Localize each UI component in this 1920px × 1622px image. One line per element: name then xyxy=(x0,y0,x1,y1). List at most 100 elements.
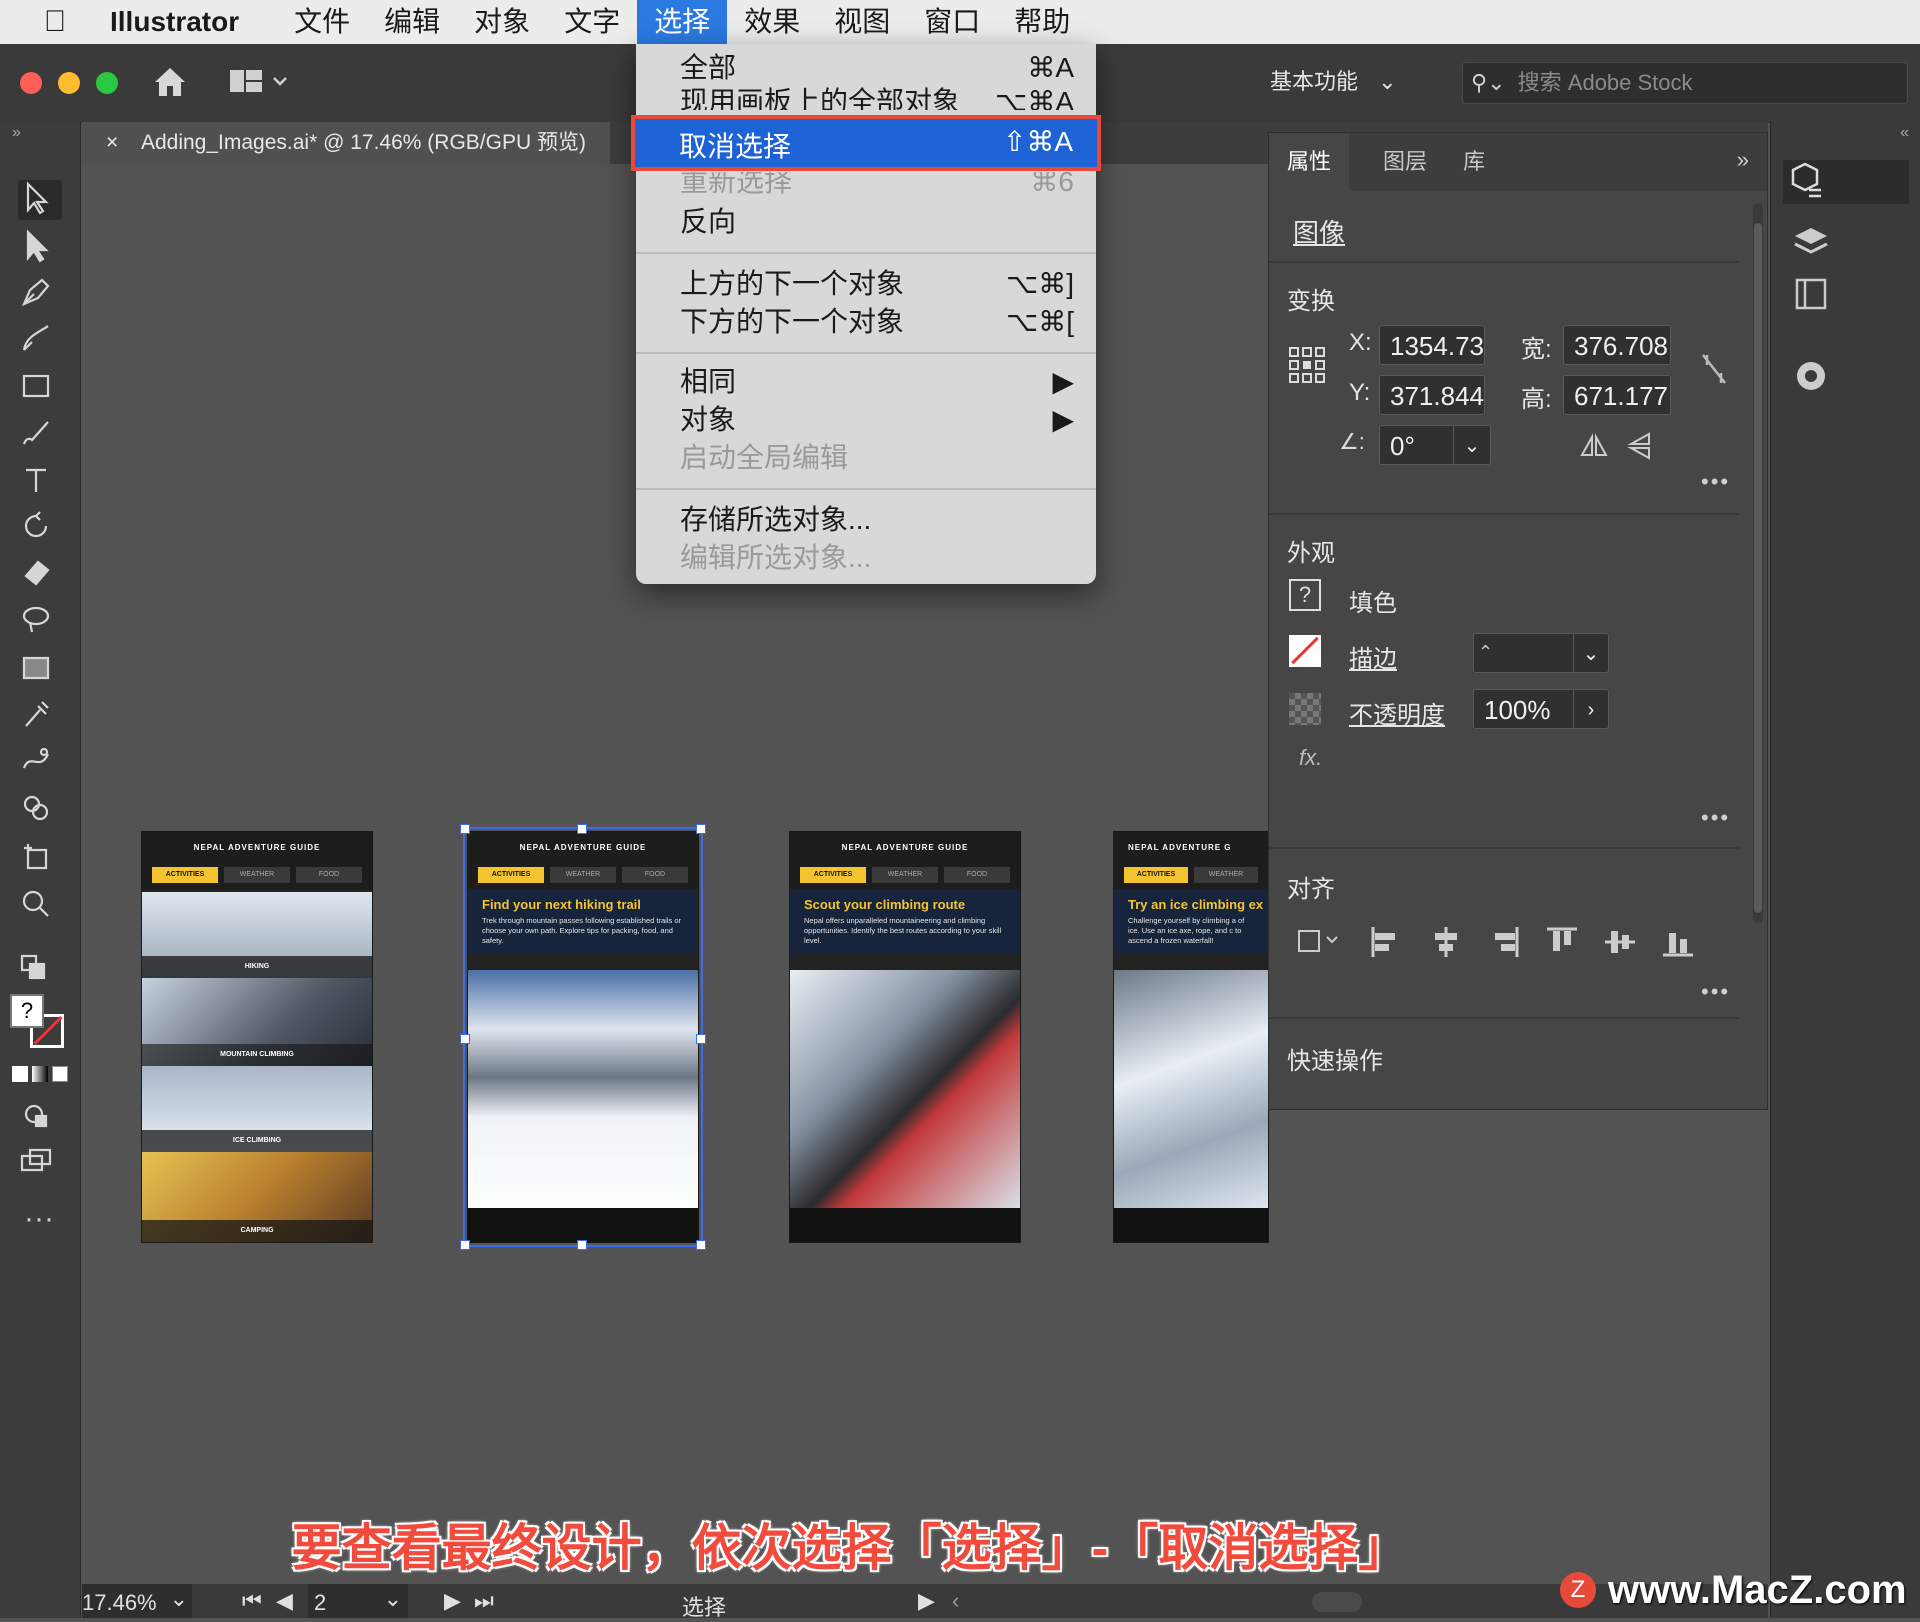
close-window-button[interactable] xyxy=(20,72,42,94)
resize-handle[interactable] xyxy=(460,1240,470,1250)
align-to-icon[interactable] xyxy=(1293,923,1343,964)
libraries-panel-icon[interactable] xyxy=(1791,274,1831,319)
resize-handle[interactable] xyxy=(696,1240,706,1250)
tab-layers[interactable]: 图层 xyxy=(1365,133,1445,191)
minimize-window-button[interactable] xyxy=(58,72,80,94)
align-right-icon[interactable] xyxy=(1487,925,1521,964)
opacity-field[interactable]: 100% › xyxy=(1473,689,1609,729)
menu-item-object[interactable]: 对象 ▶ xyxy=(636,402,1096,438)
gradient-tool[interactable] xyxy=(18,650,62,690)
artboard-4[interactable]: NEPAL ADVENTURE G ACTIVITIES WEATHER Try… xyxy=(1114,832,1268,1242)
selection-bounding-box[interactable] xyxy=(460,824,706,1250)
color-mode-buttons[interactable] xyxy=(12,1064,68,1084)
lasso-tool[interactable] xyxy=(18,602,62,642)
flip-vertical-icon[interactable] xyxy=(1627,431,1653,466)
eraser-tool[interactable] xyxy=(18,554,62,594)
flip-horizontal-icon[interactable] xyxy=(1579,433,1609,464)
align-horizontal-center-icon[interactable] xyxy=(1429,925,1463,964)
rectangle-tool[interactable] xyxy=(18,368,62,408)
y-field[interactable]: 371.844 xyxy=(1379,375,1485,415)
stock-search-field[interactable]: ⚲⌄ 搜索 Adobe Stock xyxy=(1462,62,1908,104)
zoom-field[interactable]: 17.46% ⌄ xyxy=(82,1584,192,1618)
resize-handle[interactable] xyxy=(460,824,470,834)
type-tool[interactable] xyxy=(18,462,62,502)
paintbrush-tool[interactable] xyxy=(18,414,62,454)
arrange-documents-icon[interactable] xyxy=(228,66,290,103)
fill-label[interactable]: 填色 xyxy=(1349,583,1397,618)
align-top-icon[interactable] xyxy=(1545,925,1579,964)
gradient-mode-icon[interactable] xyxy=(32,1066,48,1082)
horizontal-scroll-thumb[interactable] xyxy=(1312,1592,1362,1612)
resize-handle[interactable] xyxy=(577,1240,587,1250)
fx-button[interactable]: fx. xyxy=(1299,745,1322,771)
draw-mode-icon[interactable] xyxy=(18,1098,62,1138)
apple-icon[interactable]:  xyxy=(0,5,110,39)
menu-edit[interactable]: 编辑 xyxy=(367,0,457,44)
stroke-weight-field[interactable]: ⌃⌄ ⌄ xyxy=(1473,633,1609,702)
shape-builder-tool[interactable] xyxy=(18,790,62,830)
menu-select[interactable]: 选择 xyxy=(637,0,728,44)
resize-handle[interactable] xyxy=(577,824,587,834)
properties-panel-icon[interactable] xyxy=(1783,160,1909,204)
resize-handle[interactable] xyxy=(460,1034,470,1044)
expand-panels-icon[interactable]: « xyxy=(1900,124,1909,142)
first-artboard-icon[interactable]: ⏮ xyxy=(242,1588,262,1614)
height-field[interactable]: 671.177 xyxy=(1563,375,1671,415)
menu-file[interactable]: 文件 xyxy=(277,0,367,44)
menu-item-inverse[interactable]: 反向 xyxy=(636,204,1096,240)
direct-selection-tool[interactable] xyxy=(18,228,62,268)
menu-item-save-selection[interactable]: 存储所选对象... xyxy=(636,502,1096,538)
menu-effect[interactable]: 效果 xyxy=(727,0,817,44)
object-type-label[interactable]: 图像 xyxy=(1293,213,1345,250)
align-vertical-center-icon[interactable] xyxy=(1603,925,1637,964)
rotate-tool[interactable] xyxy=(18,508,62,548)
next-artboard-icon[interactable]: ▶ xyxy=(444,1588,461,1614)
more-options-icon[interactable]: ••• xyxy=(1701,979,1730,1005)
zoom-tool[interactable] xyxy=(18,886,62,926)
last-artboard-icon[interactable]: ⏭ xyxy=(474,1588,494,1614)
panel-scrollbar[interactable] xyxy=(1753,203,1763,923)
document-tab[interactable]: × Adding_Images.ai* @ 17.46% (RGB/GPU 预览… xyxy=(82,122,610,164)
app-menu[interactable]: Illustrator xyxy=(110,6,239,38)
rotate-field[interactable]: 0° ⌄ xyxy=(1379,425,1491,465)
menu-item-next-object-below[interactable]: 下方的下一个对象 ⌥⌘[ xyxy=(636,304,1096,340)
chevron-down-icon[interactable]: ⌄ xyxy=(170,1586,188,1612)
eyedropper-tool[interactable] xyxy=(18,696,62,736)
chevron-down-icon[interactable]: ⌄ xyxy=(384,1586,402,1612)
fill-swatch-unknown[interactable]: ? xyxy=(10,994,44,1028)
scroll-left-icon[interactable]: ‹ xyxy=(952,1588,959,1614)
collapse-panel-icon[interactable]: » xyxy=(12,124,21,142)
x-field[interactable]: 1354.73 xyxy=(1379,325,1485,365)
resize-handle[interactable] xyxy=(696,824,706,834)
status-menu-icon[interactable]: ▶ xyxy=(918,1588,935,1614)
resize-handle[interactable] xyxy=(696,1034,706,1044)
artboard-number-field[interactable]: 2 ⌄ xyxy=(308,1584,408,1618)
align-left-icon[interactable] xyxy=(1369,925,1403,964)
home-icon[interactable] xyxy=(150,62,190,107)
more-tools-icon[interactable]: ··· xyxy=(24,1202,54,1236)
menu-item-next-object-above[interactable]: 上方的下一个对象 ⌥⌘] xyxy=(636,266,1096,302)
stroke-label[interactable]: 描边 xyxy=(1349,639,1397,674)
selection-tool[interactable] xyxy=(18,180,62,220)
opacity-label[interactable]: 不透明度 xyxy=(1349,695,1445,730)
chevron-down-icon[interactable]: ⌄ xyxy=(1453,426,1490,464)
previous-artboard-icon[interactable]: ◀ xyxy=(276,1588,293,1614)
menu-help[interactable]: 帮助 xyxy=(997,0,1087,44)
none-mode-icon[interactable] xyxy=(52,1066,68,1082)
panel-menu-icon[interactable]: » xyxy=(1737,147,1749,173)
layers-panel-icon[interactable] xyxy=(1791,222,1831,267)
tab-libraries[interactable]: 库 xyxy=(1445,133,1503,191)
puppet-warp-tool[interactable] xyxy=(18,742,62,782)
menu-view[interactable]: 视图 xyxy=(817,0,907,44)
fill-stroke-swatch[interactable]: ? xyxy=(10,994,68,1050)
menu-window[interactable]: 窗口 xyxy=(907,0,997,44)
reference-point-icon[interactable] xyxy=(1287,345,1327,390)
menu-item-same[interactable]: 相同 ▶ xyxy=(636,364,1096,400)
constrain-proportions-icon[interactable] xyxy=(1699,351,1729,392)
pen-tool[interactable] xyxy=(18,274,62,314)
screen-mode-icon[interactable] xyxy=(18,1144,62,1184)
more-options-icon[interactable]: ••• xyxy=(1701,469,1730,495)
chevron-down-icon[interactable]: ⌄ xyxy=(1573,634,1608,672)
curvature-tool[interactable] xyxy=(18,320,62,360)
fill-stroke-swap-icon[interactable] xyxy=(18,952,62,992)
